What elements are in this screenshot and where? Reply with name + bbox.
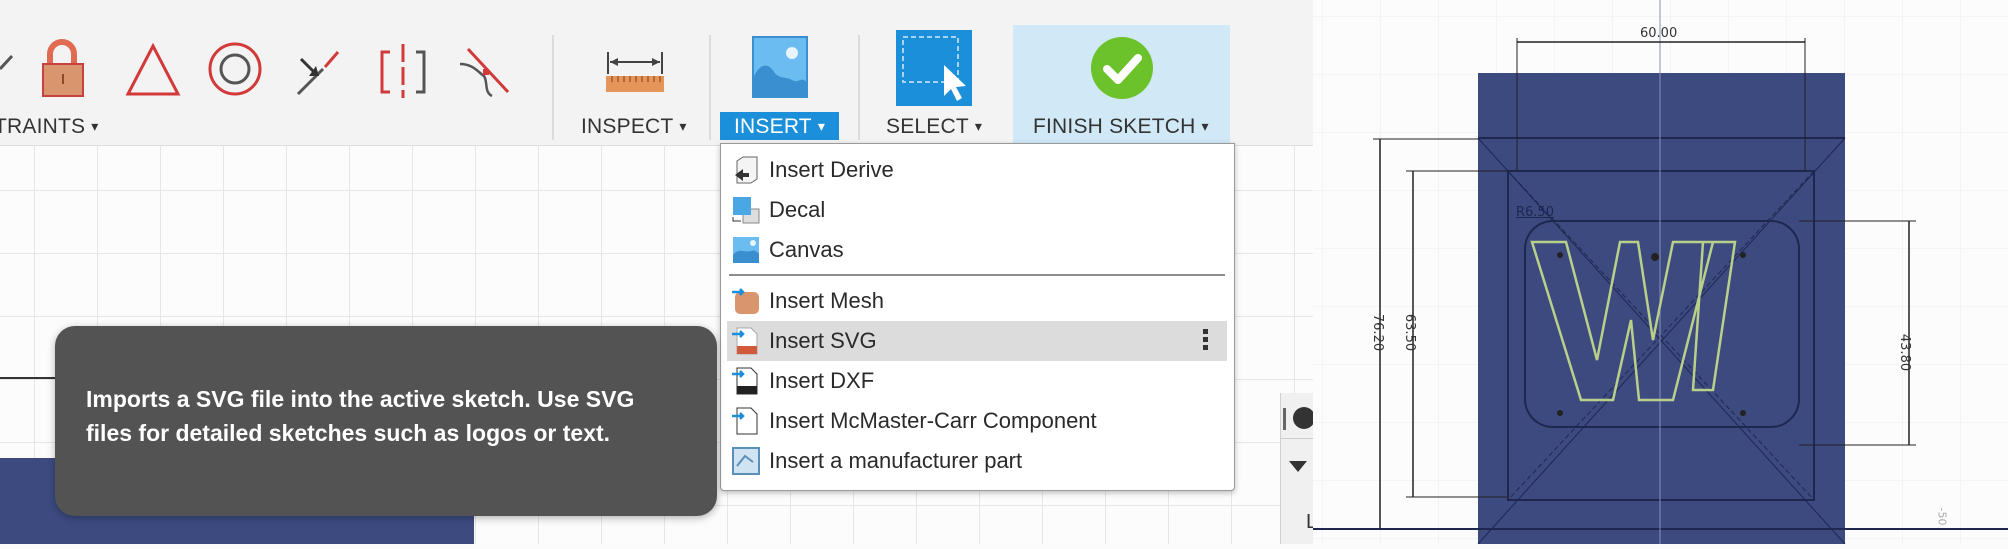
manufacturer-part-icon xyxy=(732,447,760,475)
toolbar-divider xyxy=(858,35,860,140)
sketch-point xyxy=(1740,410,1746,416)
caret-down-icon: ▾ xyxy=(817,118,826,134)
inspect-menu-button[interactable]: INSPECT ▾ xyxy=(581,112,687,140)
expand-arrow-icon[interactable] xyxy=(1289,461,1307,472)
dimension-width-label[interactable]: 60.00 xyxy=(1640,26,1677,41)
equal-triangle-icon[interactable] xyxy=(118,34,188,104)
menu-item-label: Decal xyxy=(769,197,826,222)
menu-item-label: Insert Derive xyxy=(769,157,894,182)
insert-svg-tooltip: Imports a SVG file into the active sketc… xyxy=(55,326,717,516)
dxf-file-icon xyxy=(732,367,758,395)
select-label: SELECT xyxy=(886,115,969,138)
insert-menu-button[interactable]: INSERT ▾ xyxy=(720,112,840,140)
menu-item-label: Insert DXF xyxy=(769,368,875,393)
midpoint-icon[interactable] xyxy=(283,34,353,104)
dimension-pocket-height-label[interactable]: 43.80 xyxy=(1897,334,1912,371)
menu-item-decal[interactable]: Decal xyxy=(727,190,1227,230)
menu-item-label: Canvas xyxy=(769,237,844,262)
menu-item-label: Insert SVG xyxy=(769,328,877,353)
constraints-menu-button[interactable]: TRAINTS ▾ xyxy=(0,112,98,140)
menu-item-canvas[interactable]: Canvas xyxy=(727,230,1227,270)
derive-icon xyxy=(735,156,758,184)
fix-lock-icon[interactable] xyxy=(30,34,100,104)
constraints-label: TRAINTS xyxy=(0,115,86,138)
decal-icon xyxy=(732,197,760,224)
menu-item-label: Insert McMaster-Carr Component xyxy=(769,408,1097,433)
menu-item-insert-mesh[interactable]: Insert Mesh xyxy=(727,281,1227,321)
finish-sketch-label: FINISH SKETCH xyxy=(1033,115,1196,138)
sketch-drawing xyxy=(1313,0,2008,545)
panel-drag-handle[interactable] xyxy=(1283,408,1286,430)
sketch-point xyxy=(1557,410,1563,416)
svg-file-icon xyxy=(732,327,758,355)
select-menu-button[interactable]: SELECT ▾ xyxy=(886,112,982,140)
menu-item-insert-mcmaster-carr[interactable]: Insert McMaster-Carr Component xyxy=(727,401,1227,441)
insert-label: INSERT xyxy=(734,115,812,138)
sketch-point xyxy=(1740,252,1746,258)
finish-sketch-button[interactable]: FINISH SKETCH ▾ xyxy=(1033,112,1209,140)
panel-divider xyxy=(1281,438,1314,439)
insert-image-icon[interactable] xyxy=(752,36,808,98)
menu-item-insert-dxf[interactable]: Insert DXF xyxy=(727,361,1227,401)
caret-down-icon: ▾ xyxy=(974,118,983,134)
curvature-icon[interactable] xyxy=(448,34,518,104)
menu-separator xyxy=(729,274,1225,276)
menu-item-insert-derive[interactable]: Insert Derive xyxy=(727,150,1227,190)
caret-down-icon: ▾ xyxy=(679,118,687,134)
green-check-icon[interactable] xyxy=(1090,36,1154,100)
caret-down-icon: ▾ xyxy=(1201,118,1209,134)
browser-side-panel: L xyxy=(1280,393,1317,544)
menu-item-label: Insert Mesh xyxy=(769,288,884,313)
sketch-toolbar: TRAINTS ▾ INSPECT ▾ INSERT ▾ SELECT ▾ FINISH… xyxy=(0,0,1313,146)
sketch-canvas-right[interactable]: 60.00 76.20 63.50 43.80 R6.50 -50 xyxy=(1313,0,2008,545)
window-select-icon[interactable] xyxy=(896,30,972,106)
dimension-outer-height-label[interactable]: 76.20 xyxy=(1370,314,1385,351)
dimension-inner-height-label[interactable]: 63.50 xyxy=(1402,314,1417,351)
axis-coordinate-label: -50 xyxy=(1935,507,1949,526)
menu-item-insert-svg[interactable]: Insert SVG xyxy=(727,321,1227,361)
toolbar-divider xyxy=(552,35,554,140)
sketch-point xyxy=(1557,252,1563,258)
toolbar-divider xyxy=(709,35,711,140)
sketch-line xyxy=(0,377,60,379)
mcmaster-icon xyxy=(732,407,758,435)
check-icon[interactable] xyxy=(0,34,30,104)
concentric-icon[interactable] xyxy=(200,34,270,104)
dimension-radius-label[interactable]: R6.50 xyxy=(1516,205,1554,220)
measure-ruler-icon[interactable] xyxy=(600,34,670,104)
tooltip-text: Imports a SVG file into the active sketc… xyxy=(86,386,635,446)
more-options-icon[interactable] xyxy=(1203,329,1209,353)
menu-item-label: Insert a manufacturer part xyxy=(769,448,1023,473)
canvas-icon xyxy=(733,237,759,263)
mesh-icon xyxy=(732,288,759,314)
inspect-label: INSPECT xyxy=(581,115,674,138)
caret-down-icon: ▾ xyxy=(91,118,99,134)
symmetry-icon[interactable] xyxy=(368,34,438,104)
menu-item-insert-manufacturer-part[interactable]: Insert a manufacturer part xyxy=(727,441,1227,481)
center-point[interactable] xyxy=(1651,253,1659,261)
insert-dropdown-menu: Insert Derive Decal Canvas Insert Mesh I… xyxy=(720,143,1235,491)
collapse-panel-icon[interactable] xyxy=(1293,407,1315,429)
